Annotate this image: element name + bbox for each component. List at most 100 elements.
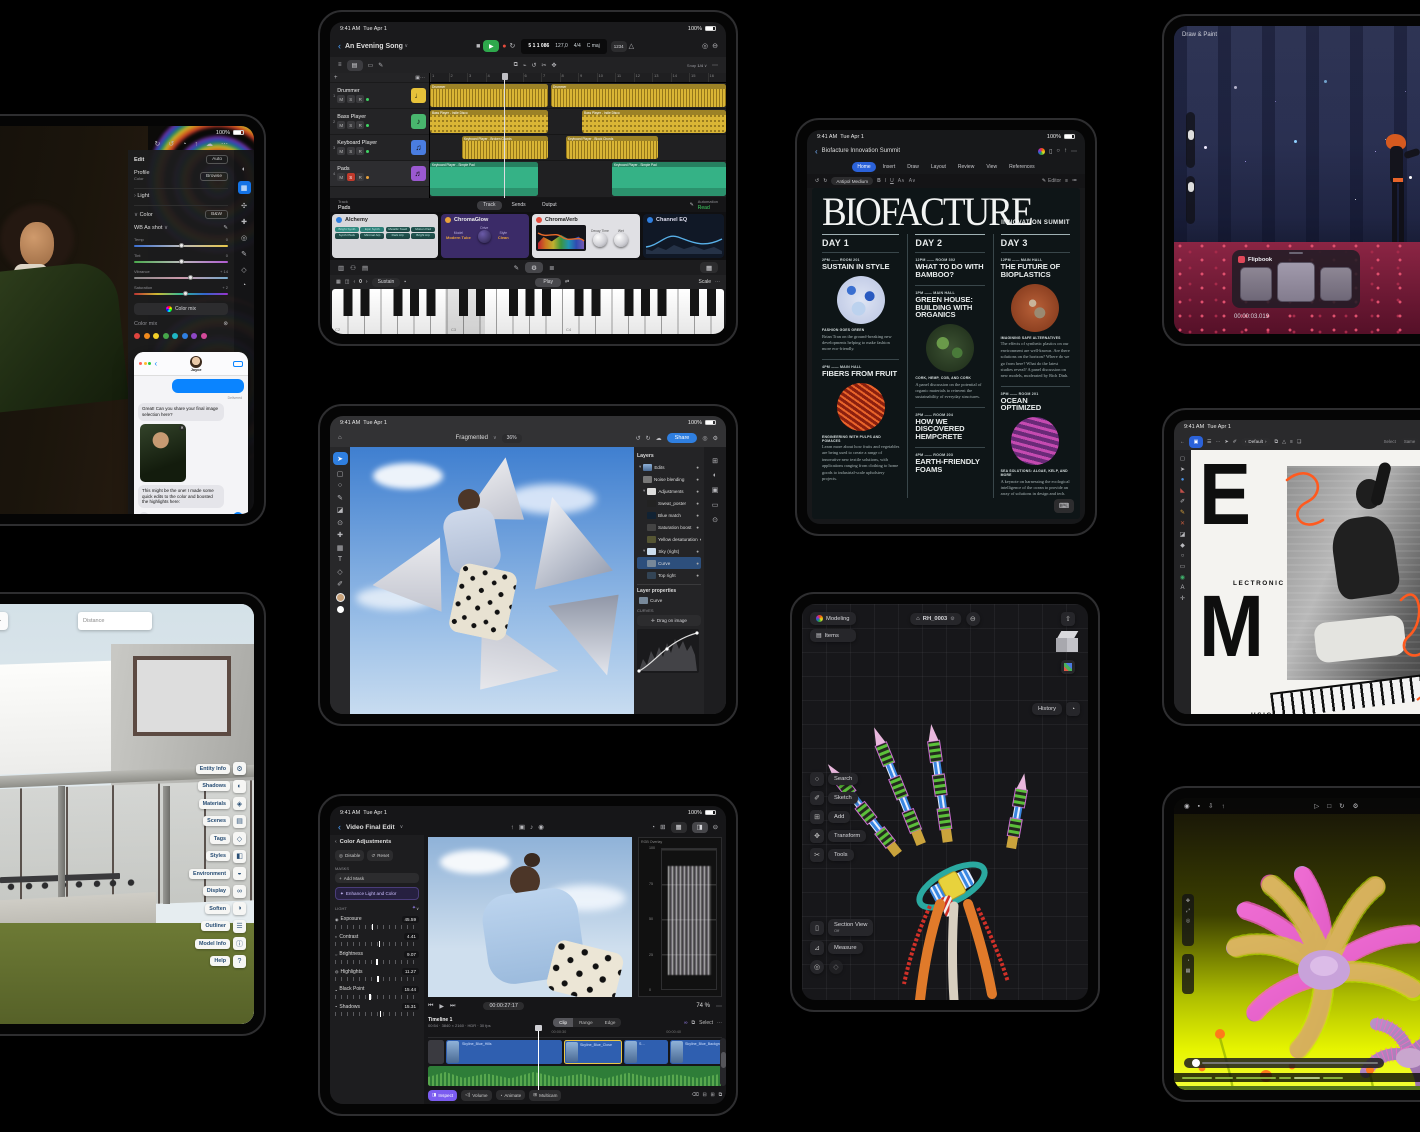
region[interactable]: Keyboard Player - Broken Chords [462, 136, 548, 159]
slider-brightness[interactable]: ○Brightness9.07 [335, 951, 419, 964]
region[interactable]: Drummer [430, 84, 548, 107]
drive-knob[interactable] [478, 230, 491, 243]
panel-entity-info[interactable]: Entity Info⚙ [196, 762, 246, 775]
song-title[interactable]: An Evening Song [345, 43, 403, 50]
duplicate-icon[interactable]: ❏ [1297, 439, 1301, 445]
preset-button[interactable]: Bright Arp [411, 233, 435, 238]
section-view-row[interactable]: ▯ Section ViewOff [810, 919, 873, 936]
stop-icon[interactable]: □ [1327, 803, 1331, 810]
scale-button[interactable]: Scale [699, 279, 712, 285]
send-button[interactable]: ↑ [233, 512, 243, 514]
tab-output[interactable]: Output [536, 201, 563, 210]
back-icon[interactable]: ‹ [815, 147, 818, 156]
tool-tools[interactable]: ✂Tools [810, 848, 866, 862]
tab-home[interactable]: Home [852, 162, 875, 172]
pencil-icon[interactable]: ✎ [514, 264, 519, 272]
flipbook-frame[interactable] [1320, 267, 1352, 301]
flipbook-frame-current[interactable] [1277, 262, 1315, 302]
solo-button[interactable]: S [347, 147, 355, 155]
project-title[interactable]: Video Final Edit [346, 824, 395, 831]
browse-button[interactable]: Browse [200, 172, 228, 181]
track-row-pads[interactable]: 4 Pads MSR ♬ [330, 161, 429, 187]
drag-on-image-button[interactable]: ✛Drag on image [637, 615, 701, 626]
search-icon[interactable]: ○ [1056, 148, 1060, 154]
cloud-icon[interactable]: ☁ [656, 435, 662, 442]
adjustments-icon[interactable]: ◐ [713, 472, 717, 479]
brush-tool-icon[interactable]: ✎ [337, 494, 343, 502]
browser-icon[interactable]: ≡ [338, 62, 342, 68]
octave-down-icon[interactable]: ‹ [353, 279, 355, 285]
shadows-icon[interactable]: ◐ [233, 780, 246, 793]
panel-help[interactable]: Help? [210, 955, 246, 968]
connect-icon[interactable]: ∞ [684, 1020, 688, 1026]
redo-icon[interactable]: ↻ [823, 178, 827, 184]
lock-icon[interactable]: ▪ [1198, 803, 1200, 810]
measurement-field[interactable]: Distance [78, 612, 152, 630]
measure-row[interactable]: ⊿Measure [810, 941, 873, 955]
inspector-icon[interactable]: ◨ [692, 822, 708, 833]
poster-canvas[interactable]: E LECTRONIC M USIC [1191, 450, 1420, 714]
crop-tool-icon[interactable]: ▦ [337, 544, 344, 552]
brush-icon[interactable]: ✎ [241, 250, 247, 258]
preset-button[interactable]: Epic Synth [360, 227, 384, 232]
materials-icon[interactable]: ◈ [233, 797, 246, 810]
timeline-scrollbar[interactable] [720, 1038, 726, 1086]
undo-icon[interactable]: ↺ [636, 435, 641, 442]
layer-row[interactable]: Sweat_poster● [637, 497, 701, 509]
flipbook-frame[interactable] [1240, 267, 1272, 301]
mask-icon[interactable]: ▣ [712, 486, 719, 494]
align-icon[interactable]: ≡ [1065, 178, 1068, 184]
tab-view[interactable]: View [981, 162, 1002, 172]
more-icon[interactable]: ⋯ [716, 1003, 722, 1010]
play-icon[interactable]: ▶ [439, 1003, 444, 1010]
panel-environment[interactable]: Environment◒ [189, 867, 246, 880]
settings-icon[interactable]: ⚙ [1353, 802, 1359, 810]
mute-button[interactable]: M [337, 95, 345, 103]
heal-icon[interactable]: ✚ [241, 218, 247, 226]
bw-button[interactable]: B&W [205, 210, 228, 219]
modeling-button[interactable]: Modeling [810, 612, 856, 625]
zoom-tool-icon[interactable]: ○ [1181, 553, 1185, 559]
mic-icon[interactable]: ♪ [530, 824, 533, 831]
slider-exposure[interactable]: ◉Exposure45.59 [335, 916, 419, 929]
dropper-tool-icon[interactable]: ✛ [1180, 595, 1185, 602]
vibrance-slider[interactable] [134, 277, 228, 279]
portrait-photo-canvas[interactable] [0, 126, 148, 514]
preset-button[interactable]: Metallic Swell [386, 227, 410, 232]
mute-button[interactable]: M [337, 121, 345, 129]
undo-icon[interactable]: ↺ [815, 178, 819, 184]
edit-mode-segment[interactable]: Clip Range Edge [553, 1018, 621, 1027]
document-name[interactable]: Fragmented [456, 435, 488, 441]
metronome-icon[interactable]: △ [629, 42, 634, 50]
foreground-color-swatch[interactable] [336, 593, 345, 602]
panel-outliner[interactable]: Outliner☰ [201, 920, 246, 933]
undo-icon[interactable]: ↺ [168, 140, 174, 148]
more-icon[interactable]: ⋯ [420, 75, 425, 81]
export-icon[interactable]: ⇧ [1061, 612, 1075, 626]
photoshop-canvas[interactable] [350, 447, 634, 714]
record-enable-button[interactable]: R [356, 121, 364, 129]
history-icon[interactable]: ◔ [182, 141, 186, 148]
insert-icon[interactable]: ⊞ [711, 1093, 715, 1098]
settings-icon[interactable]: ⚙ [713, 435, 718, 442]
more-icon[interactable]: ⋯ [717, 1020, 722, 1026]
window-controls[interactable] [139, 361, 153, 366]
slider-black-point[interactable]: ◒Black Point15.44 [335, 986, 419, 999]
preset-button[interactable]: Motion Pad [411, 227, 435, 232]
timeline-ruler[interactable]: 00:00:30 00:00:40 [428, 1030, 722, 1038]
collapse-icon[interactable]: ∨ [416, 906, 419, 911]
import-icon[interactable]: ▣ [519, 823, 525, 831]
brush-opacity-slider[interactable] [1186, 176, 1195, 224]
region[interactable]: Keyboard Player - Simple Pad [612, 162, 726, 196]
region[interactable]: Keyboard Player - Simple Pad [430, 162, 538, 196]
redo-icon[interactable]: ↻ [646, 435, 651, 442]
menu-select[interactable]: Select [1384, 439, 1396, 444]
clip[interactable]: S… [624, 1040, 668, 1064]
record-enable-button[interactable]: R [356, 147, 364, 155]
decay-knob[interactable] [593, 233, 607, 247]
tab-sends[interactable]: Sends [506, 201, 532, 210]
record-button[interactable]: ● [502, 43, 506, 50]
ellipse-tool-icon[interactable]: ◉ [1180, 574, 1185, 581]
share-icon[interactable]: ↑ [511, 824, 514, 831]
display-icon[interactable]: ∞ [233, 885, 246, 898]
